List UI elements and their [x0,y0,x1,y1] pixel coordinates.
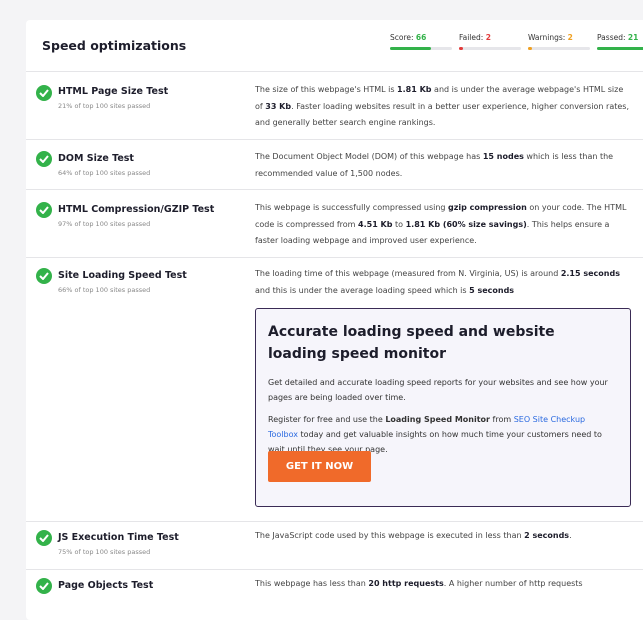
test-description: This webpage is successfully compressed … [255,203,627,245]
test-name: Page Objects Test [58,580,154,591]
stat-warnings-fill [528,47,532,50]
test-name: Site Loading Speed Test [58,270,187,281]
stat-passed-bar [597,47,643,50]
check-circle-icon [36,530,52,546]
test-pass-rate: 75% of top 100 sites passed [58,548,151,556]
speed-optimizations-card: Speed optimizations Score: 66 Failed: 2 … [26,20,643,620]
stat-warnings: Warnings: 2 [528,33,596,50]
test-description: This webpage has less than 20 http reque… [255,579,583,588]
check-circle-icon [36,151,52,167]
test-description: The loading time of this webpage (measur… [255,269,620,295]
test-row-html-compression: HTML Compression/GZIP Test 97% of top 10… [26,190,643,258]
stat-warnings-bar [528,47,590,50]
test-row-dom-size: DOM Size Test 64% of top 100 sites passe… [26,140,643,190]
stats-bar: Score: 66 Failed: 2 Warnings: 2 Passed: … [390,33,643,50]
test-description: The JavaScript code used by this webpage… [255,531,572,540]
stat-score-value: 66 [415,33,427,42]
test-description: The Document Object Model (DOM) of this … [255,152,614,178]
check-circle-icon [36,202,52,218]
test-description: The size of this webpage's HTML is 1.81 … [255,85,630,127]
stat-passed-value: 21 [627,33,639,42]
stat-score-label: Score: [390,33,416,42]
promo-title: Accurate loading speed and website loadi… [268,324,555,362]
section-title: Speed optimizations [42,38,187,53]
test-row-js-execution-time: JS Execution Time Test 75% of top 100 si… [26,522,643,570]
stat-failed-value: 2 [485,33,491,42]
check-circle-icon [36,578,52,594]
test-row-html-page-size: HTML Page Size Test 21% of top 100 sites… [26,72,643,140]
stat-score-bar [390,47,452,50]
test-pass-rate: 64% of top 100 sites passed [58,169,151,177]
check-circle-icon [36,85,52,101]
test-pass-rate: 97% of top 100 sites passed [58,220,151,228]
check-circle-icon [36,268,52,284]
stat-score: Score: 66 [390,33,458,50]
stat-failed: Failed: 2 [459,33,527,50]
stat-passed-label: Passed: [597,33,628,42]
stat-failed-fill [459,47,463,50]
stat-score-fill [390,47,431,50]
section-header: Speed optimizations Score: 66 Failed: 2 … [26,20,643,72]
test-name: HTML Compression/GZIP Test [58,204,215,215]
get-it-now-button[interactable]: GET IT NOW [268,451,371,482]
test-name: JS Execution Time Test [58,532,179,543]
stat-passed: Passed: 21 [597,33,643,50]
test-name: DOM Size Test [58,153,134,164]
promo-description: Get detailed and accurate loading speed … [268,378,608,402]
test-row-page-objects: Page Objects Test This webpage has less … [26,570,643,620]
test-pass-rate: 66% of top 100 sites passed [58,286,151,294]
stat-warnings-value: 2 [567,33,573,42]
test-pass-rate: 21% of top 100 sites passed [58,102,151,110]
stat-warnings-label: Warnings: [528,33,568,42]
test-name: HTML Page Size Test [58,86,169,97]
loading-speed-monitor-promo: Accurate loading speed and website loadi… [255,308,631,507]
stat-failed-bar [459,47,521,50]
stat-passed-fill [597,47,643,50]
stat-failed-label: Failed: [459,33,486,42]
test-row-site-loading-speed: Site Loading Speed Test 66% of top 100 s… [26,258,643,522]
